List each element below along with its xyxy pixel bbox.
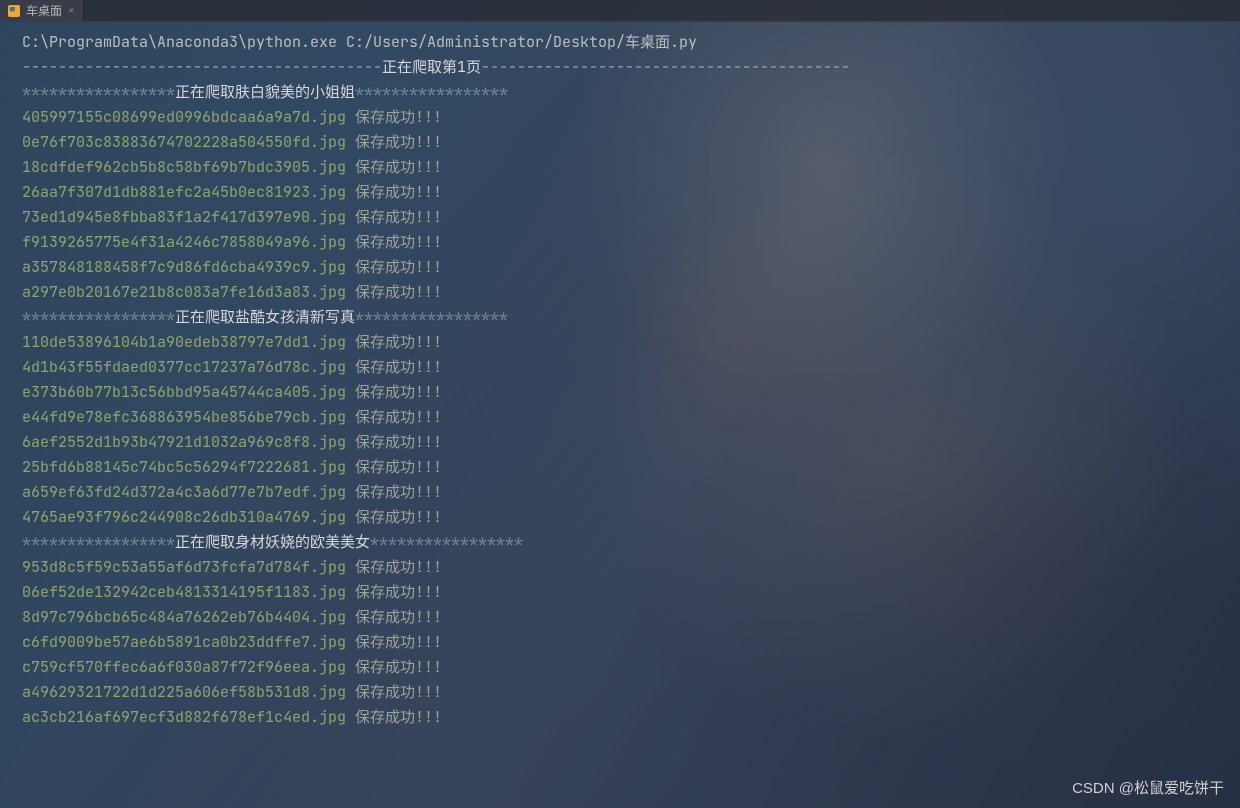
file-saved-line: f9139265775e4f31a4246c7858049a96.jpg 保存成… [22,230,1240,255]
file-saved-line: 0e76f703c83883674702228a504550fd.jpg 保存成… [22,130,1240,155]
file-saved-line: 26aa7f307d1db881efc2a45b0ec81923.jpg 保存成… [22,180,1240,205]
tab-title: 车桌面 [26,2,62,19]
file-saved-line: c759cf570ffec6a6f030a87f72f96eea.jpg 保存成… [22,655,1240,680]
file-saved-line: 4d1b43f55fdaed0377cc17237a76d78c.jpg 保存成… [22,355,1240,380]
file-saved-line: 6aef2552d1b93b47921d1032a969c8f8.jpg 保存成… [22,430,1240,455]
file-saved-line: 110de53896104b1a90edeb38797e7dd1.jpg 保存成… [22,330,1240,355]
file-saved-line: 8d97c796bcb65c484a76262eb76b4404.jpg 保存成… [22,605,1240,630]
file-saved-line: c6fd9009be57ae6b5891ca0b23ddffe7.jpg 保存成… [22,630,1240,655]
command-line: C:\ProgramData\Anaconda3\python.exe C:/U… [22,30,1240,55]
file-saved-line: e44fd9e78efc368863954be856be79cb.jpg 保存成… [22,405,1240,430]
file-saved-line: e373b60b77b13c56bbd95a45744ca405.jpg 保存成… [22,380,1240,405]
watermark-text: CSDN @松鼠爱吃饼干 [1072,777,1224,798]
tab-bar: 车桌面 × [0,0,1240,22]
file-saved-line: 405997155c08699ed0996bdcaa6a9a7d.jpg 保存成… [22,105,1240,130]
file-saved-line: 25bfd6b88145c74bc5c56294f7222681.jpg 保存成… [22,455,1240,480]
section-header: *****************正在爬取盐酷女孩清新写真***********… [22,305,1240,330]
file-saved-line: a297e0b20167e21b8c083a7fe16d3a83.jpg 保存成… [22,280,1240,305]
console-output[interactable]: C:\ProgramData\Anaconda3\python.exe C:/U… [0,22,1240,808]
page-header: ----------------------------------------… [22,55,1240,80]
file-saved-line: a49629321722d1d225a606ef58b531d8.jpg 保存成… [22,680,1240,705]
tab-script[interactable]: 车桌面 × [0,0,84,21]
file-saved-line: 18cdfdef962cb5b8c58bf69b7bdc3905.jpg 保存成… [22,155,1240,180]
file-saved-line: 4765ae93f796c244908c26db310a4769.jpg 保存成… [22,505,1240,530]
file-saved-line: 06ef52de132942ceb4813314195f1183.jpg 保存成… [22,580,1240,605]
file-saved-line: 73ed1d945e8fbba83f1a2f417d397e90.jpg 保存成… [22,205,1240,230]
file-saved-line: a357848188458f7c9d86fd6cba4939c9.jpg 保存成… [22,255,1240,280]
close-icon[interactable]: × [68,4,75,18]
section-header: *****************正在爬取肤白貌美的小姐姐***********… [22,80,1240,105]
file-saved-line: a659ef63fd24d372a4c3a6d77e7b7edf.jpg 保存成… [22,480,1240,505]
python-file-icon [8,5,20,17]
section-header: *****************正在爬取身材妖娆的欧美美女**********… [22,530,1240,555]
file-saved-line: 953d8c5f59c53a55af6d73fcfa7d784f.jpg 保存成… [22,555,1240,580]
file-saved-line: ac3cb216af697ecf3d882f678ef1c4ed.jpg 保存成… [22,705,1240,730]
